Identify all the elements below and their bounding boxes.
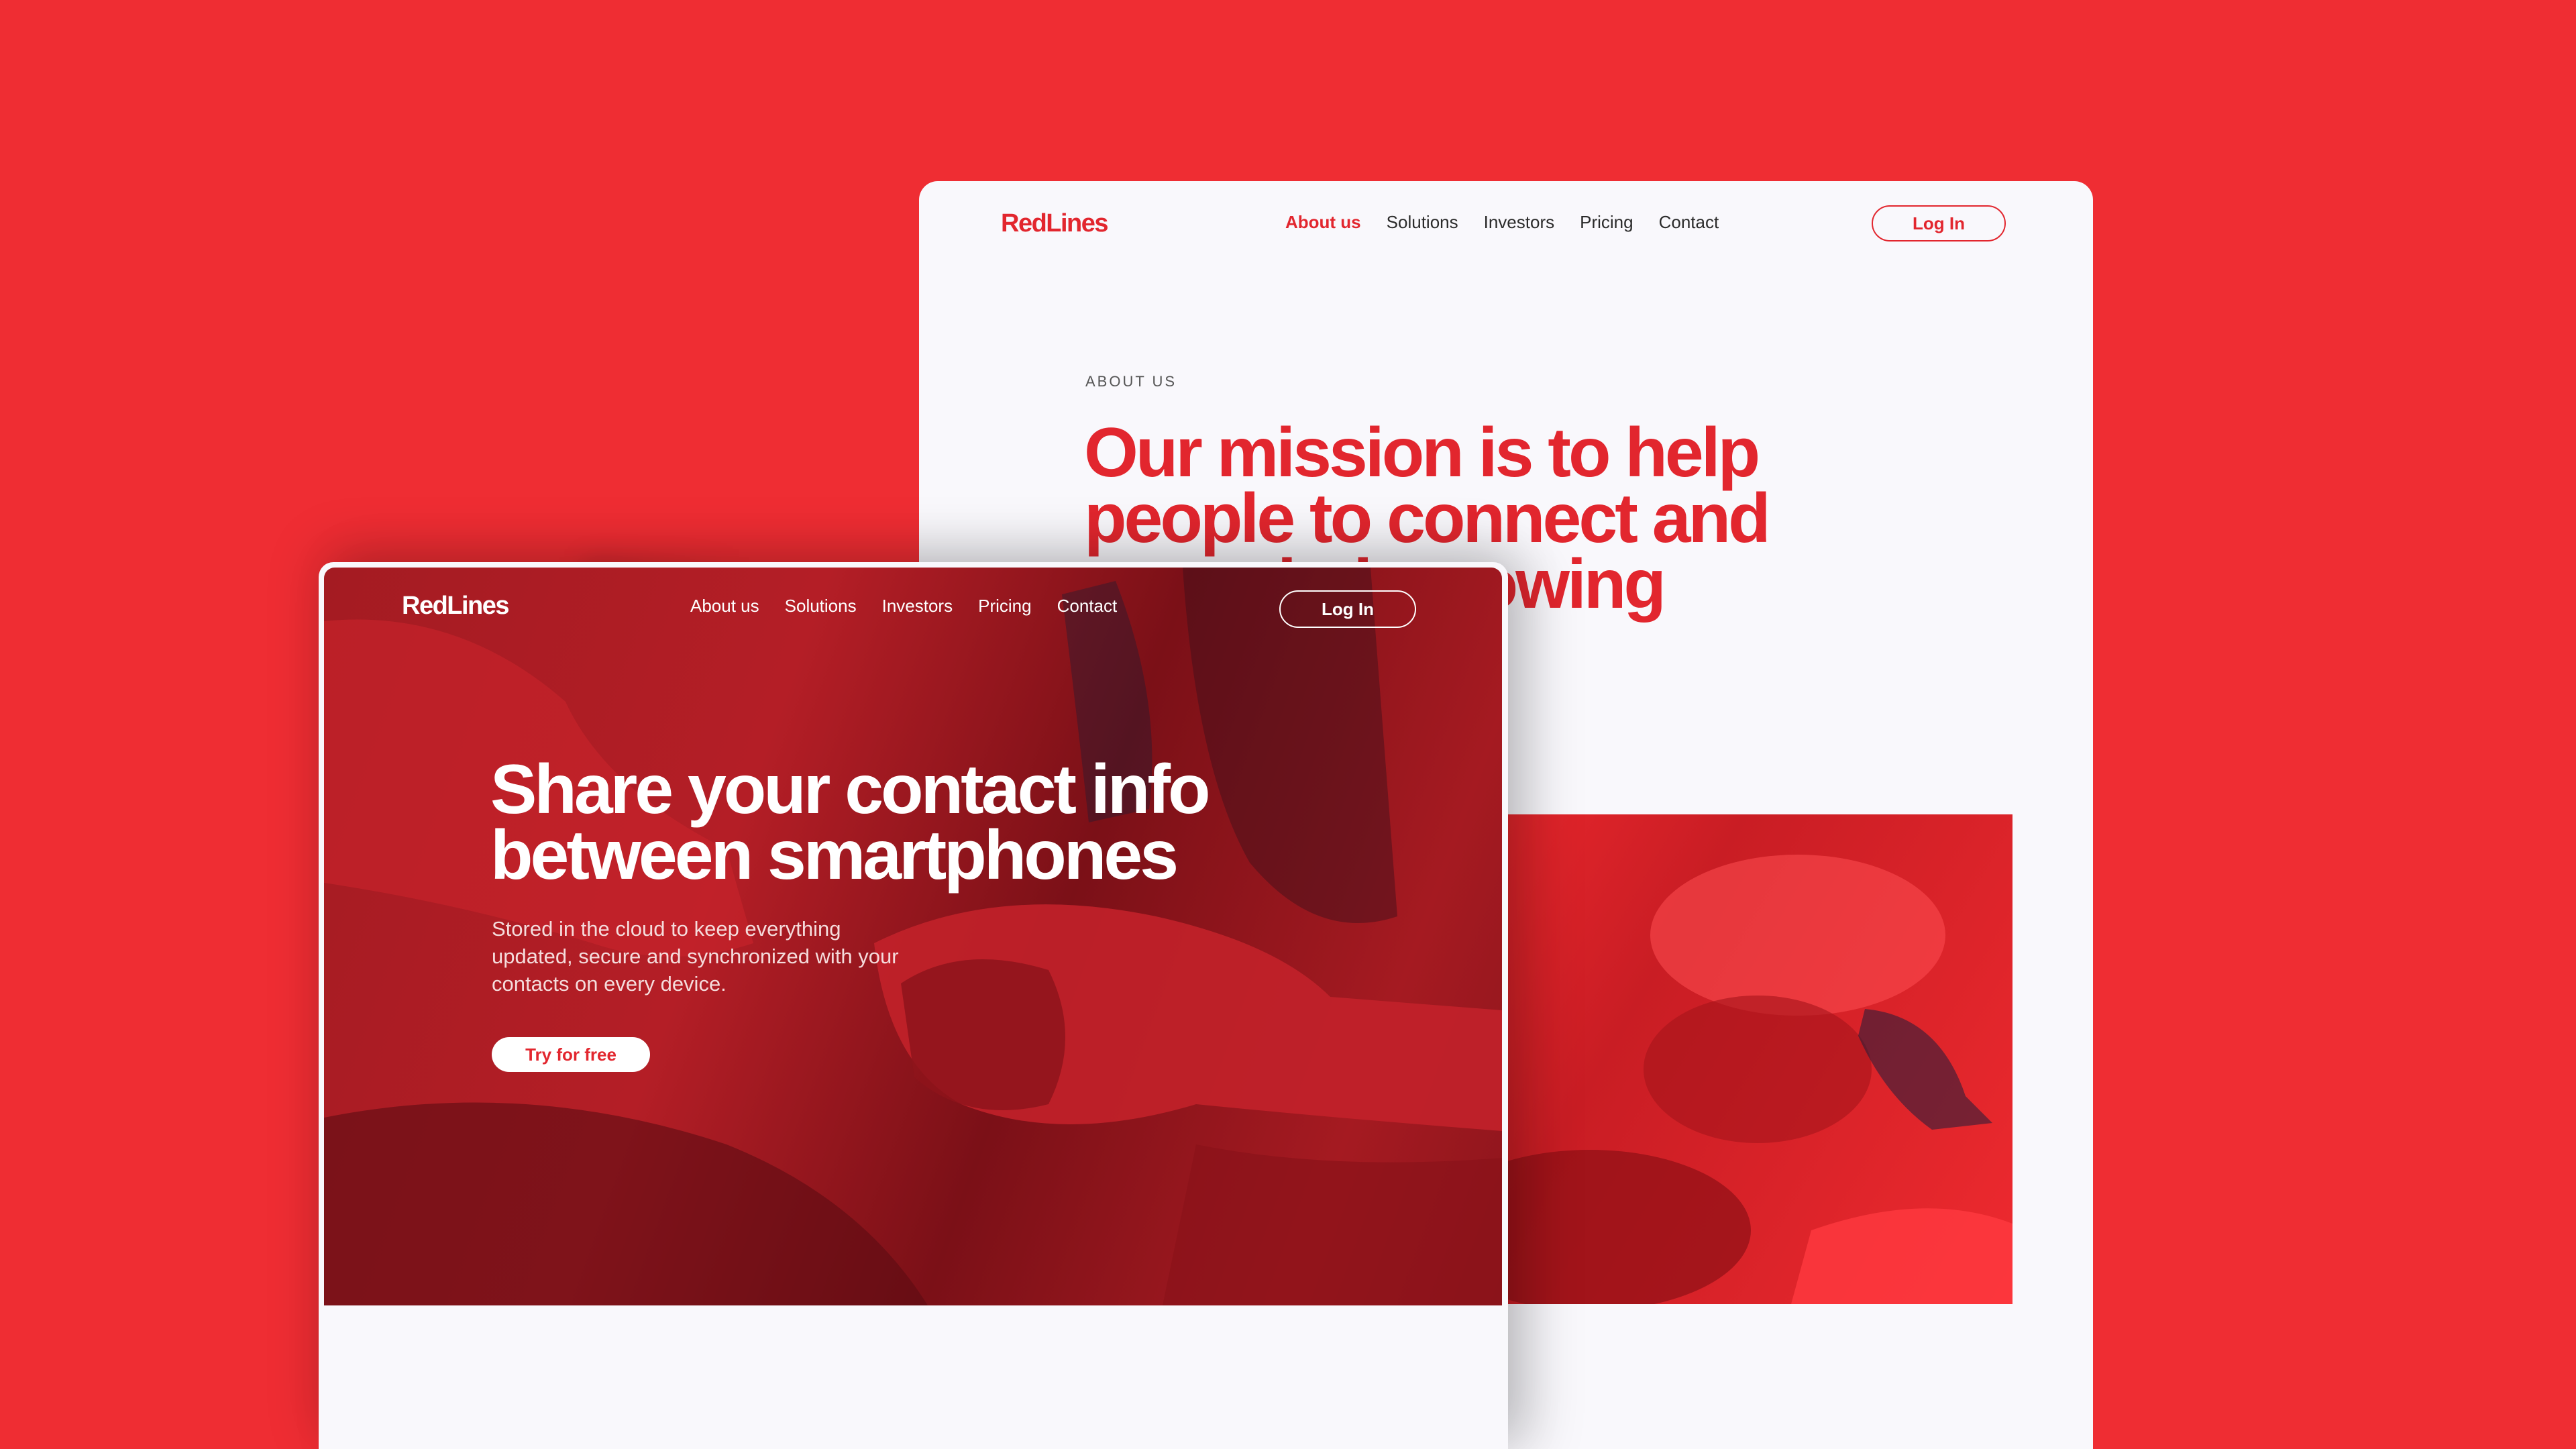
- home-page-navbar: RedLines About us Solutions Investors Pr…: [324, 568, 1502, 641]
- about-nav-investors[interactable]: Investors: [1484, 212, 1555, 233]
- home-nav-solutions[interactable]: Solutions: [785, 596, 857, 616]
- about-nav-about-us[interactable]: About us: [1285, 212, 1361, 233]
- home-nav-about-us[interactable]: About us: [690, 596, 759, 616]
- about-nav-pricing[interactable]: Pricing: [1580, 212, 1633, 233]
- try-for-free-button[interactable]: Try for free: [492, 1037, 650, 1072]
- about-login-button[interactable]: Log In: [1872, 205, 2006, 241]
- home-login-button[interactable]: Log In: [1279, 590, 1416, 628]
- home-page-logo[interactable]: RedLines: [402, 592, 510, 621]
- about-nav-solutions[interactable]: Solutions: [1387, 212, 1458, 233]
- about-page-navbar: RedLines About us Solutions Investors Pr…: [919, 181, 2093, 262]
- hero-title: Share your contact info between smartpho…: [490, 751, 1211, 894]
- home-page-nav-links: About us Solutions Investors Pricing Con…: [690, 596, 1117, 616]
- home-nav-investors[interactable]: Investors: [882, 596, 953, 616]
- home-nav-contact[interactable]: Contact: [1057, 596, 1118, 616]
- about-page-logo[interactable]: RedLines: [1001, 209, 1109, 238]
- hero-section: RedLines About us Solutions Investors Pr…: [324, 568, 1502, 1305]
- about-page-nav-links: About us Solutions Investors Pricing Con…: [1285, 212, 1719, 233]
- home-page-window: RedLines About us Solutions Investors Pr…: [319, 562, 1508, 1449]
- about-nav-contact[interactable]: Contact: [1659, 212, 1719, 233]
- home-nav-pricing[interactable]: Pricing: [978, 596, 1031, 616]
- hero-subtitle: Stored in the cloud to keep everything u…: [492, 917, 899, 996]
- about-eyebrow: ABOUT US: [1085, 373, 1177, 390]
